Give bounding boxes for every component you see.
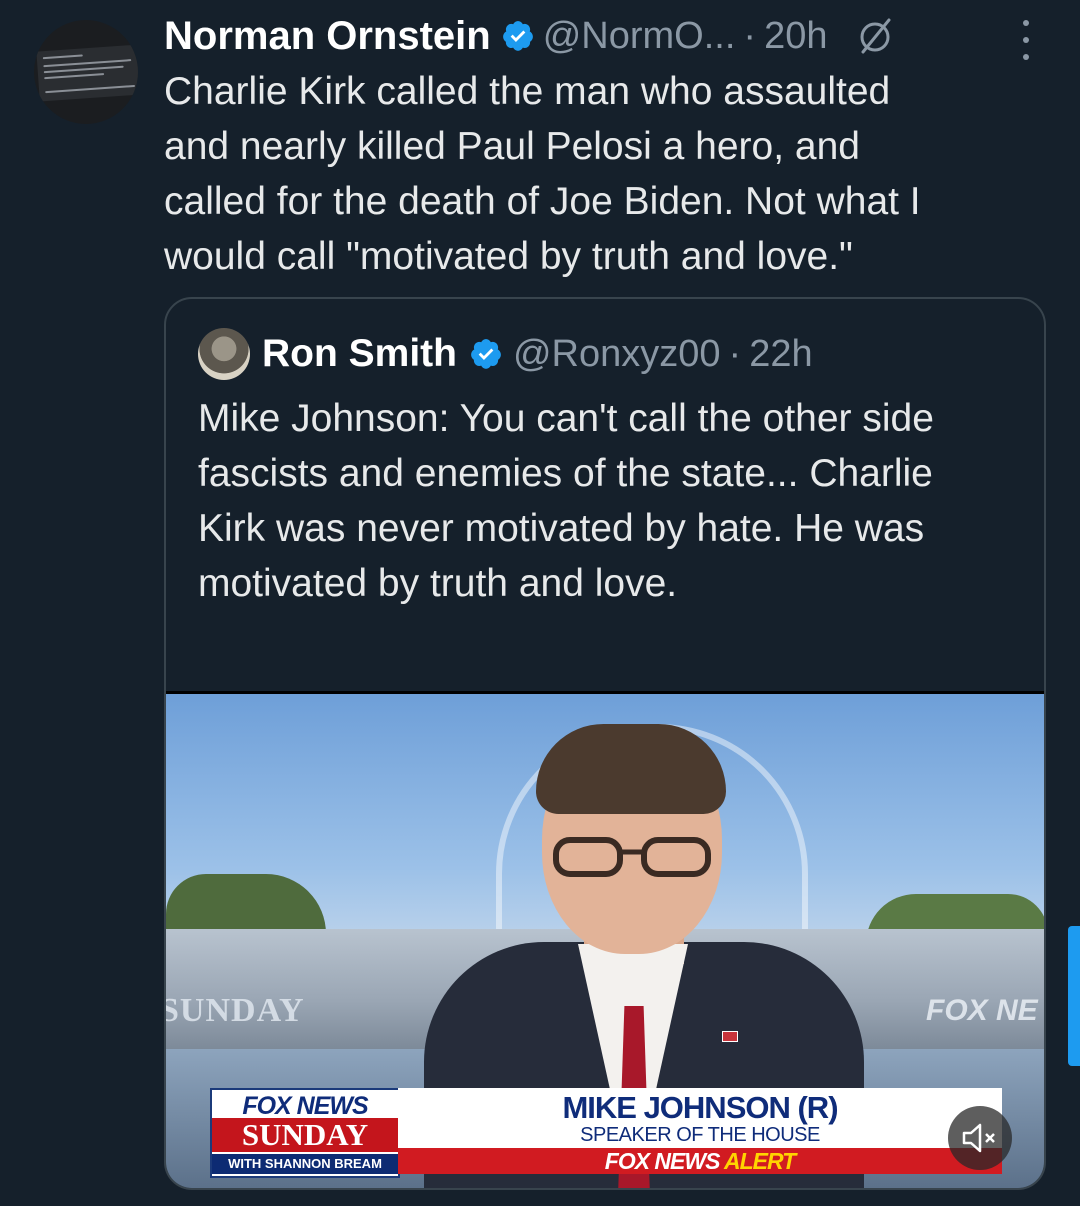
author-name[interactable]: Norman Ornstein bbox=[164, 14, 491, 59]
show-logo: FOX NEWS SUNDAY WITH SHANNON BREAM bbox=[210, 1088, 400, 1178]
mute-button[interactable] bbox=[948, 1106, 1012, 1170]
video-player[interactable]: SUNDAY FOX NE FOX NEWS SUNDAY WITH SHANN… bbox=[166, 691, 1044, 1188]
quoted-tweet-text: Mike Johnson: You can't call the other s… bbox=[198, 397, 934, 605]
video-background-foxnews-text: FOX NE bbox=[926, 994, 1038, 1027]
scrollbar[interactable] bbox=[1068, 926, 1080, 1066]
speaker-hair bbox=[536, 724, 726, 814]
avatar-image bbox=[36, 44, 138, 102]
more-options-icon[interactable] bbox=[1018, 20, 1034, 60]
tweet-time[interactable]: 20h bbox=[764, 15, 827, 58]
quoted-tweet-time[interactable]: 22h bbox=[749, 333, 812, 376]
tweet-header: Norman Ornstein @NormO... · 20h bbox=[164, 10, 895, 62]
flag-pin bbox=[722, 1031, 738, 1042]
tweet-text: Charlie Kirk called the man who assaulte… bbox=[164, 70, 921, 278]
quoted-tweet[interactable]: Ron Smith @Ronxyz00 · 22h Mike Johnson: … bbox=[164, 297, 1046, 1190]
quoted-author-name[interactable]: Ron Smith bbox=[262, 332, 457, 376]
quoted-author-avatar[interactable] bbox=[198, 328, 250, 380]
verified-badge-icon bbox=[471, 339, 501, 369]
chyron-title: SPEAKER OF THE HOUSE bbox=[580, 1124, 820, 1146]
show-logo-title: SUNDAY bbox=[212, 1118, 398, 1152]
quoted-author-handle[interactable]: @Ronxyz00 bbox=[513, 333, 721, 376]
chyron-alert-brand: FOX NEWS bbox=[604, 1148, 721, 1174]
show-logo-host: WITH SHANNON BREAM bbox=[212, 1154, 398, 1174]
video-background-sunday-text: SUNDAY bbox=[166, 992, 305, 1029]
chyron-name: MIKE JOHNSON (R) bbox=[562, 1090, 838, 1125]
separator-dot: · bbox=[743, 14, 757, 57]
quoted-tweet-header: Ron Smith @Ronxyz00 · 22h bbox=[198, 327, 813, 381]
chyron: MIKE JOHNSON (R) SPEAKER OF THE HOUSE FO… bbox=[398, 1088, 1002, 1174]
verified-badge-icon bbox=[502, 21, 533, 51]
separator-dot: · bbox=[728, 332, 742, 375]
grok-icon[interactable] bbox=[855, 16, 895, 56]
author-handle[interactable]: @NormO... bbox=[543, 15, 736, 58]
author-avatar[interactable] bbox=[34, 20, 138, 124]
chyron-alert: FOX NEWS ALERT bbox=[398, 1148, 1002, 1174]
tweet-view: Norman Ornstein @NormO... · 20h Charlie … bbox=[0, 0, 1080, 1206]
mute-icon bbox=[962, 1123, 995, 1153]
speaker-glasses bbox=[553, 837, 711, 877]
chyron-alert-word: ALERT bbox=[723, 1148, 796, 1174]
